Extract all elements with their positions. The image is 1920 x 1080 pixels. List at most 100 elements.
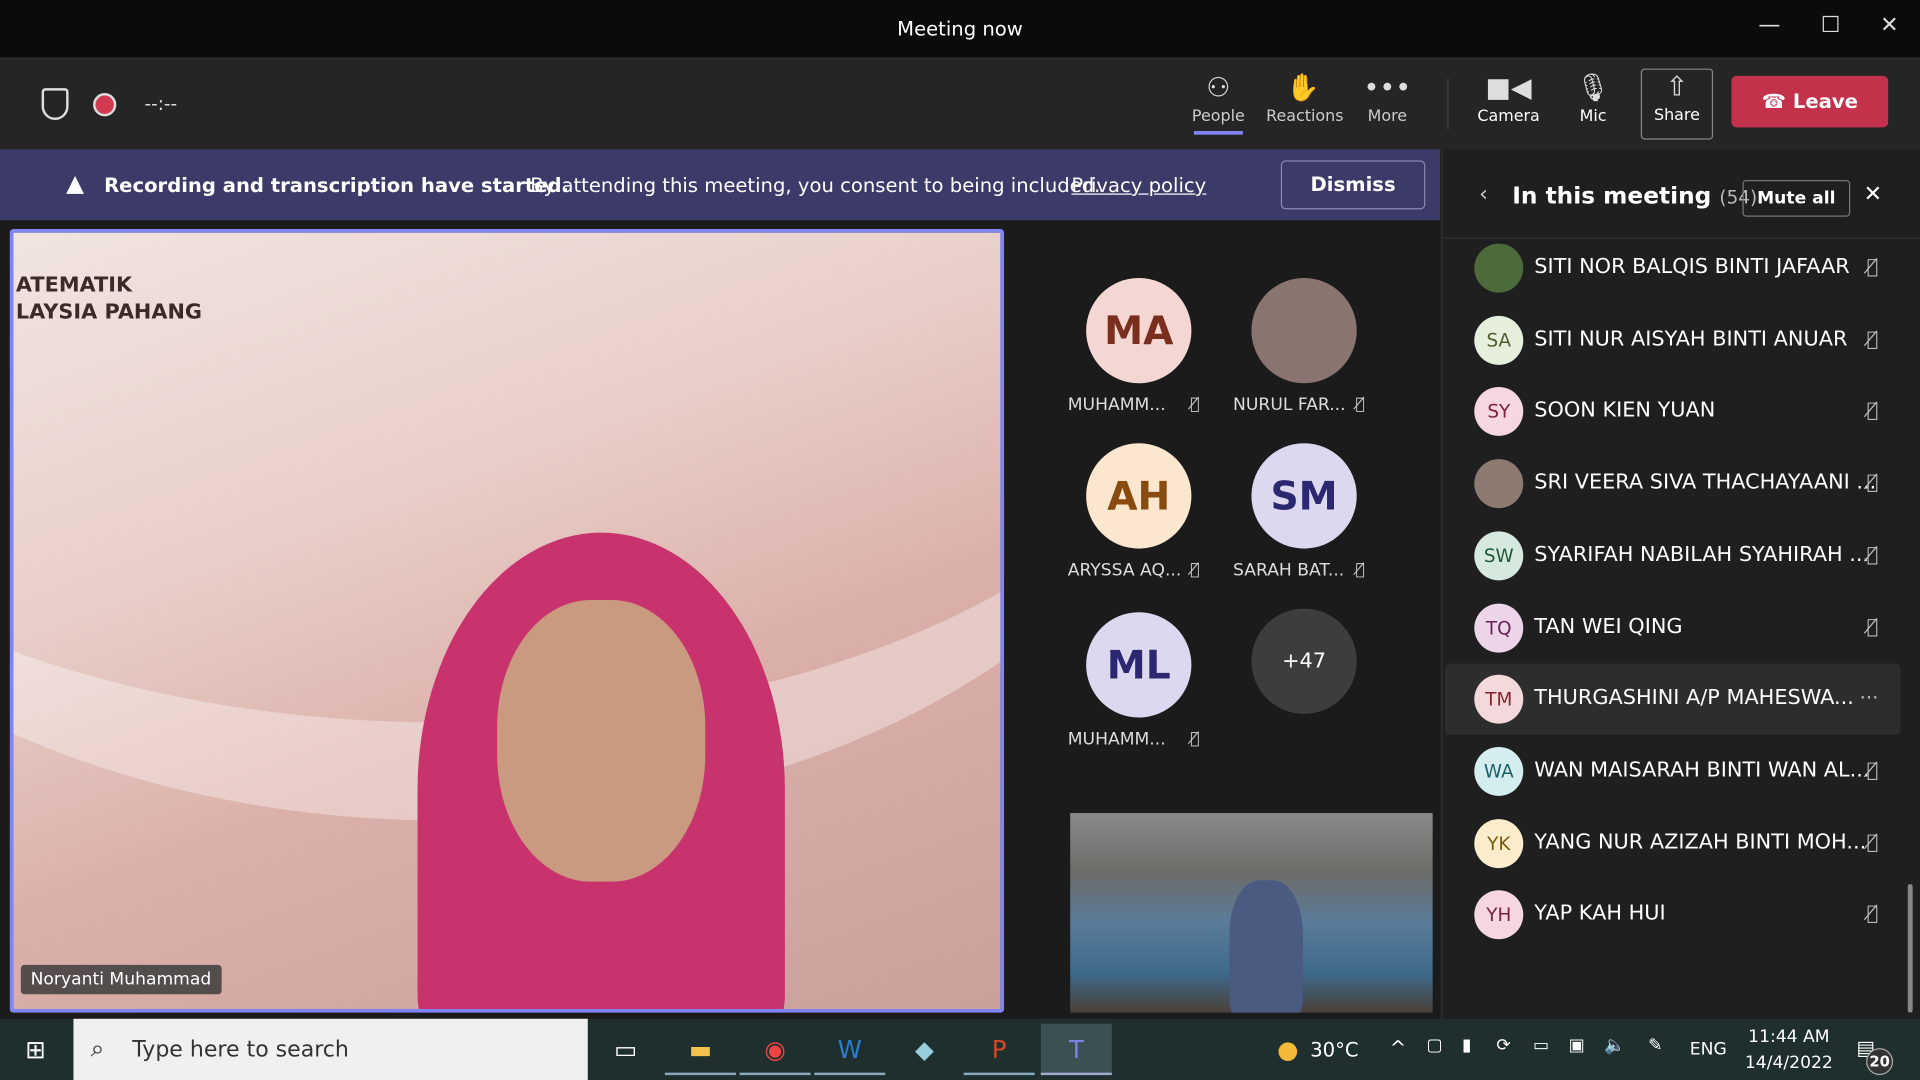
participant-row[interactable]: WA WAN MAISARAH BINTI WAN AL... 🎙̸ <box>1445 736 1901 807</box>
file-explorer-icon[interactable]: ▬ <box>664 1024 736 1076</box>
mic-off-icon[interactable]: 🎙̸ <box>1867 758 1879 781</box>
main-speaker-video[interactable]: ATEMATIK LAYSIA PAHANG Noryanti Muhammad <box>9 228 1005 1013</box>
participant-name: SITI NUR AISYAH BINTI ANUAR <box>1534 326 1848 352</box>
self-figure <box>1229 880 1303 1013</box>
leave-button[interactable]: ☎ Leave <box>1731 75 1889 128</box>
participant-name: SOON KIEN YUAN <box>1534 398 1716 423</box>
windows-icon: ⊞ <box>25 1034 46 1065</box>
mic-off-icon[interactable]: 🎙̸ <box>1867 327 1879 350</box>
speaker-face <box>497 600 706 882</box>
mic-off-icon[interactable]: 🎙̸ <box>1867 614 1879 637</box>
raise-hand-icon: ✋ <box>1286 73 1320 105</box>
powerpoint-icon[interactable]: P <box>963 1024 1035 1076</box>
share-button[interactable]: ⇧ Share <box>1640 68 1714 140</box>
tray-chevron-icon[interactable]: ^ <box>1390 1036 1406 1059</box>
participant-avatar[interactable]: ML <box>1086 612 1192 718</box>
people-button[interactable]: ⚇ People <box>1182 71 1255 135</box>
banner-title: Recording and transcription have started… <box>104 173 570 198</box>
mic-off-icon[interactable]: 🎙̸ <box>1867 542 1879 565</box>
mic-off-icon: 🎙̸ <box>1355 395 1366 414</box>
task-view-icon[interactable]: ▭ <box>590 1024 661 1075</box>
pen-icon[interactable]: ✎ <box>1648 1036 1662 1056</box>
mic-off-icon[interactable]: 🎙̸ <box>1867 255 1879 278</box>
scrollbar[interactable] <box>1907 884 1913 1013</box>
more-icon: ••• <box>1363 73 1412 105</box>
participant-row[interactable]: YK YANG NUR AZIZAH BINTI MOH... 🎙̸ <box>1445 808 1901 879</box>
search-placeholder: Type here to search <box>132 1037 349 1063</box>
mic-button[interactable]: 🎙 Mic <box>1556 71 1629 126</box>
window-title: Meeting now <box>897 17 1023 41</box>
participant-name: THURGASHINI A/P MAHESWA... <box>1534 685 1854 711</box>
self-video-preview[interactable] <box>1070 813 1433 1013</box>
participant-avatar[interactable]: SM <box>1251 443 1357 549</box>
clock[interactable]: 11:44 AM 14/4/2022 <box>1745 1025 1833 1076</box>
banner-text: By attending this meeting, you consent t… <box>530 173 1101 198</box>
participants-panel: ‹ In this meeting (54) Mute all ✕ SITI N… <box>1441 149 1920 1019</box>
camera-icon: ■◀ <box>1485 73 1532 105</box>
mute-all-button[interactable]: Mute all <box>1742 180 1851 217</box>
camera-button[interactable]: ■◀ Camera <box>1472 71 1545 126</box>
share-label: Share <box>1653 106 1700 125</box>
participant-avatar: WA <box>1474 746 1524 796</box>
slide-text: ATEMATIK LAYSIA PAHANG <box>16 272 202 326</box>
notification-badge: 20 <box>1866 1048 1894 1076</box>
participant-row[interactable]: TQ TAN WEI QING 🎙̸ <box>1445 592 1901 663</box>
participant-avatar[interactable] <box>1251 277 1357 384</box>
camera-label: Camera <box>1477 107 1540 127</box>
privacy-policy-link[interactable]: Privacy policy <box>1071 174 1206 197</box>
mic-off-icon[interactable]: 🎙̸ <box>1867 470 1879 493</box>
participant-avatar[interactable]: MA <box>1086 277 1192 384</box>
participant-name: SITI NOR BALQIS BINTI JAFAAR <box>1534 254 1850 280</box>
notes-icon[interactable]: ◆ <box>889 1024 960 1075</box>
mic-off-icon: 🎙̸ <box>1190 395 1200 414</box>
more-button[interactable]: ••• More <box>1351 71 1424 126</box>
participant-row[interactable]: YH YAP KAH HUI 🎙̸ <box>1445 880 1901 951</box>
volume-icon[interactable]: 🔈 <box>1604 1036 1625 1056</box>
teams-icon[interactable]: T <box>1040 1023 1112 1076</box>
participant-row[interactable]: SA SITI NUR AISYAH BINTI ANUAR 🎙̸ <box>1445 305 1901 376</box>
warning-icon: ▲ <box>66 170 85 198</box>
maximize-button[interactable]: ☐ <box>1812 12 1849 44</box>
dismiss-button[interactable]: Dismiss <box>1280 160 1426 210</box>
minimize-button[interactable]: — <box>1751 12 1788 44</box>
more-options-icon[interactable]: ··· <box>1860 686 1879 709</box>
mic-label: Mic <box>1579 107 1607 127</box>
overflow-participants-button[interactable]: +47 <box>1251 608 1357 714</box>
mic-off-icon[interactable]: 🎙̸ <box>1867 830 1879 853</box>
participant-avatar[interactable]: AH <box>1086 443 1192 549</box>
chrome-icon[interactable]: ◉ <box>739 1024 811 1076</box>
search-box[interactable]: ⌕ Type here to search <box>73 1018 588 1080</box>
mic-off-icon[interactable]: 🎙̸ <box>1867 902 1879 925</box>
participant-row[interactable]: SW SYARIFAH NABILAH SYAHIRAH ... 🎙̸ <box>1445 520 1901 591</box>
camera-tray-icon[interactable]: ▢ <box>1427 1036 1443 1056</box>
sync-icon[interactable]: ⟳ <box>1496 1036 1510 1056</box>
mic-off-icon: 🎙̸ <box>1190 560 1200 580</box>
participant-row[interactable]: SY SOON KIEN YUAN 🎙̸ <box>1445 376 1901 447</box>
close-window-button[interactable]: ✕ <box>1871 12 1908 44</box>
participant-row[interactable]: SITI NOR BALQIS BINTI JAFAAR 🎙̸ <box>1445 239 1901 304</box>
teams-meeting-window: Meeting now — ☐ ✕ --:-- ⚇ People ✋ Reactio… <box>0 0 1920 1080</box>
battery-icon[interactable]: ▭ <box>1533 1036 1549 1056</box>
close-panel-icon[interactable]: ✕ <box>1864 181 1882 207</box>
more-label: More <box>1367 107 1408 127</box>
participant-name: WAN MAISARAH BINTI WAN AL... <box>1534 757 1870 783</box>
mic-tray-icon[interactable]: ▮ <box>1462 1036 1471 1056</box>
start-button[interactable]: ⊞ <box>0 1024 71 1075</box>
language-indicator[interactable]: ENG <box>1690 1040 1727 1060</box>
participant-name: ARYSSA AQ... <box>1067 560 1182 581</box>
participant-row[interactable]: SRI VEERA SIVA THACHAYAANI ... 🎙̸ <box>1445 448 1901 519</box>
date: 14/4/2022 <box>1744 1053 1833 1073</box>
word-icon[interactable]: W <box>814 1024 886 1076</box>
meeting-timer: --:-- <box>144 93 178 116</box>
title-bar: Meeting now — ☐ ✕ <box>0 0 1920 59</box>
weather-text[interactable]: 30°C <box>1310 1038 1358 1061</box>
network-icon[interactable]: ▣ <box>1569 1036 1585 1056</box>
recording-icon <box>93 93 117 117</box>
speaker-name-label: Noryanti Muhammad <box>20 964 222 995</box>
participant-row[interactable]: TM THURGASHINI A/P MAHESWA... ··· <box>1444 663 1901 735</box>
mic-off-icon[interactable]: 🎙̸ <box>1867 398 1879 421</box>
back-chevron-icon[interactable]: ‹ <box>1479 181 1488 207</box>
people-label: People <box>1191 107 1245 127</box>
shield-icon[interactable] <box>41 88 69 121</box>
reactions-button[interactable]: ✋ Reactions <box>1266 71 1343 126</box>
